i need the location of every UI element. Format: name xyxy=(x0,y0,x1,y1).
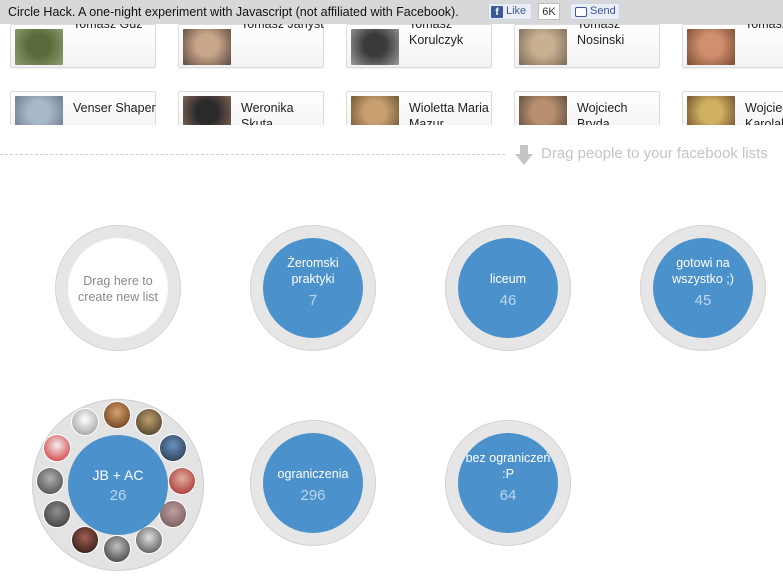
new-list-line1: Drag here to xyxy=(83,274,153,288)
person-card[interactable]: Tomasz Janyst xyxy=(178,17,324,68)
member-avatar[interactable] xyxy=(71,408,99,436)
circle-name-line1: bez ograniczeń xyxy=(465,451,551,465)
person-name: Wioletta Maria Mazur xyxy=(409,101,489,125)
facebook-f-icon: f xyxy=(491,6,503,18)
like-count: 6K xyxy=(538,3,560,20)
app-title: Circle Hack. A one-night experiment with… xyxy=(8,5,459,19)
circle-count: 296 xyxy=(300,487,326,504)
arrow-down-icon xyxy=(515,145,533,165)
person-name: Weronika Skuta xyxy=(241,101,294,125)
facebook-like-button[interactable]: f Like xyxy=(488,3,532,20)
circle-inner: ograniczenia 296 xyxy=(263,433,363,533)
person-photo xyxy=(15,96,63,125)
circle-count: 45 xyxy=(694,292,712,309)
person-card[interactable]: Venser Shaper xyxy=(10,91,156,125)
circle-name-line2: praktyki xyxy=(291,272,335,286)
separator-line xyxy=(0,154,505,155)
member-avatar[interactable] xyxy=(103,535,131,563)
person-photo xyxy=(519,29,567,65)
member-avatar[interactable] xyxy=(135,408,163,436)
circle-liceum[interactable]: liceum 46 xyxy=(445,225,571,351)
person-card[interactable]: Tomasz Nosinski xyxy=(514,17,660,68)
member-avatar[interactable] xyxy=(43,500,71,528)
member-avatar[interactable] xyxy=(103,401,131,429)
person-card[interactable]: Wojciech Karolak xyxy=(682,91,783,125)
drag-hint: Drag people to your facebook lists xyxy=(541,145,768,162)
circle-gotowi-na-wszystko[interactable]: gotowi na wszystko ;) 45 xyxy=(640,225,766,351)
person-name: Wojciech Karolak xyxy=(745,101,783,125)
circle-inner: bez ograniczeń :P 64 xyxy=(458,433,558,533)
person-card[interactable]: Tomasz Guz xyxy=(10,17,156,68)
circle-ograniczenia[interactable]: ograniczenia 296 xyxy=(250,420,376,546)
person-photo xyxy=(351,96,399,125)
person-photo xyxy=(183,96,231,125)
circle-name-line1: Żeromski xyxy=(287,256,339,270)
top-bar: Circle Hack. A one-night experiment with… xyxy=(0,0,783,24)
member-avatar[interactable] xyxy=(36,467,64,495)
circle-name-line1: JB + AC xyxy=(92,467,144,483)
person-photo xyxy=(351,29,399,65)
member-avatar[interactable] xyxy=(168,467,196,495)
circle-inner: liceum 46 xyxy=(458,238,558,338)
circle-inner: JB + AC 26 xyxy=(68,435,168,535)
circle-name-line2: wszystko ;) xyxy=(672,272,734,286)
circle-count: 64 xyxy=(499,487,517,504)
circle-name-line1: liceum xyxy=(489,272,527,286)
circle-zeromski-praktyki[interactable]: Żeromski praktyki 7 xyxy=(250,225,376,351)
person-card[interactable]: Wioletta Maria Mazur xyxy=(346,91,492,125)
person-name: Wojciech Bryda xyxy=(577,101,628,125)
circle-jb-ac[interactable]: JB + AC 26 xyxy=(32,399,204,571)
member-avatar[interactable] xyxy=(43,434,71,462)
circle-count: 26 xyxy=(109,487,127,504)
member-avatar[interactable] xyxy=(159,434,187,462)
person-photo xyxy=(519,96,567,125)
person-photo xyxy=(687,29,735,65)
circle-inner: Żeromski praktyki 7 xyxy=(263,238,363,338)
circle-inner: gotowi na wszystko ;) 45 xyxy=(653,238,753,338)
person-photo xyxy=(687,96,735,125)
speech-bubble-icon xyxy=(575,7,587,17)
person-card[interactable]: Wojciech Bryda xyxy=(514,91,660,125)
circle-count: 7 xyxy=(308,292,318,309)
circle-name-line1: ograniczenia xyxy=(277,467,349,481)
facebook-send-button[interactable]: Send xyxy=(570,3,620,20)
person-card[interactable]: Tomasz xyxy=(682,17,783,68)
person-card[interactable]: Tomasz Korulczyk xyxy=(346,17,492,68)
person-name: Venser Shaper xyxy=(73,101,156,115)
circle-name-line2: :P xyxy=(502,467,514,481)
member-avatar[interactable] xyxy=(71,526,99,554)
new-list-dropzone[interactable]: Drag here to create new list xyxy=(55,225,181,351)
new-list-line2: create new list xyxy=(78,290,158,304)
person-photo xyxy=(183,29,231,65)
circle-name-line1: gotowi na xyxy=(676,256,730,270)
person-card[interactable]: Weronika Skuta xyxy=(178,91,324,125)
circle-count: 46 xyxy=(499,292,517,309)
person-photo xyxy=(15,29,63,65)
send-label: Send xyxy=(590,5,616,17)
new-list-inner: Drag here to create new list xyxy=(68,238,168,338)
circle-bez-ograniczen[interactable]: bez ograniczeń :P 64 xyxy=(445,420,571,546)
like-label: Like xyxy=(506,5,527,17)
